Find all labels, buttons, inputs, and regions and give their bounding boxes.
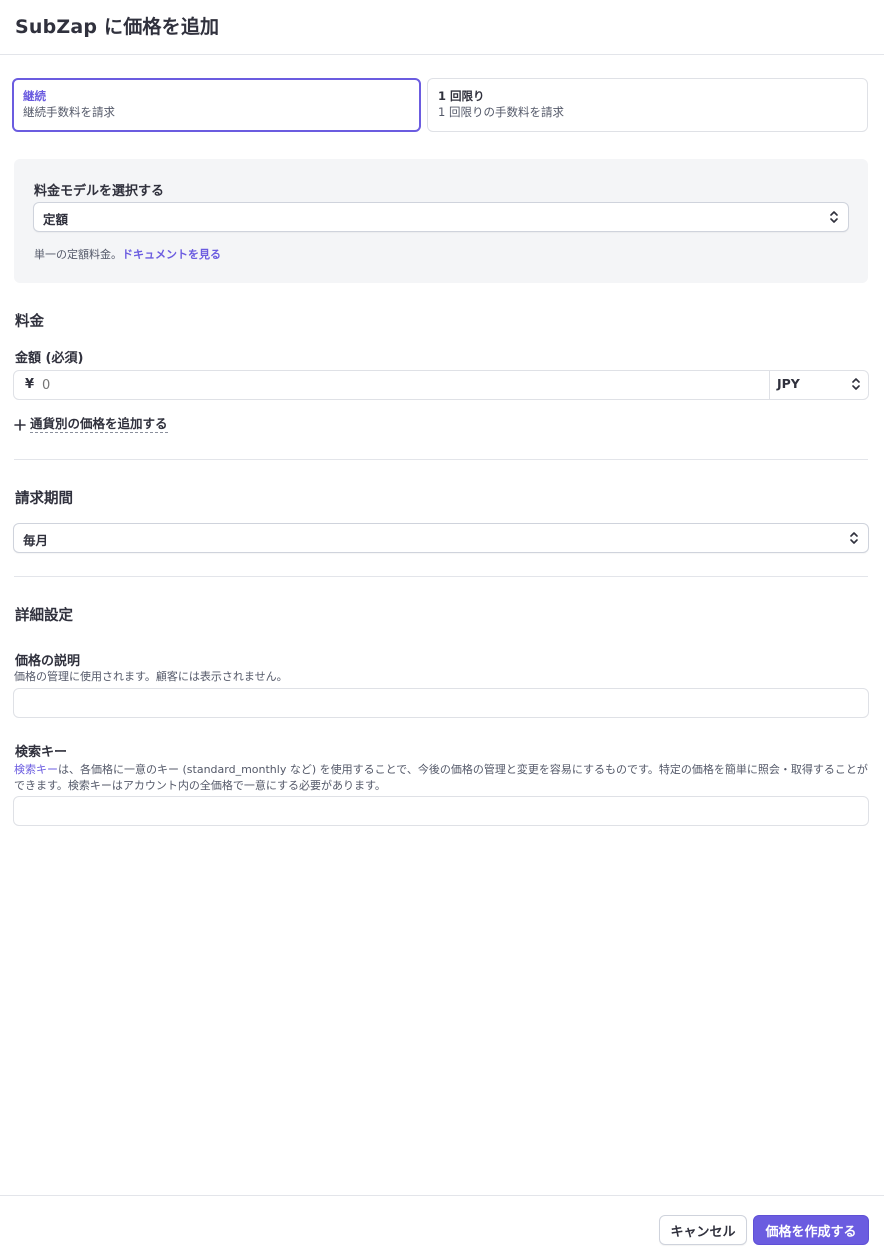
amount-input[interactable]: [42, 372, 762, 398]
lookup-key-help: 検索キーは、各価格に一意のキー (standard_monthly など) を使…: [14, 762, 870, 794]
recurring-option-desc: 継続手数料を請求: [23, 105, 115, 119]
one-time-option-card[interactable]: 1 回限り 1 回限りの手数料を請求: [427, 78, 868, 132]
recurring-option-card[interactable]: 継続 継続手数料を請求: [12, 78, 421, 132]
pricing-model-help-text: 単一の定額料金。: [34, 248, 122, 261]
billing-period-value: 毎月: [23, 533, 49, 548]
dialog-header: SubZap に価格を追加: [0, 0, 884, 55]
advanced-settings-title: 詳細設定: [15, 608, 73, 624]
create-price-button[interactable]: 価格を作成する: [753, 1215, 869, 1245]
divider: [14, 459, 868, 460]
dialog-footer: キャンセル 価格を作成する: [0, 1195, 884, 1257]
currency-symbol: ¥: [25, 377, 35, 392]
price-description-label: 価格の説明: [15, 654, 81, 669]
lookup-key-label: 検索キー: [15, 745, 68, 760]
amount-label: 金額 (必須): [15, 351, 84, 366]
plus-icon: [14, 418, 26, 431]
currency-value: JPY: [777, 376, 800, 391]
pricing-model-label: 料金モデルを選択する: [34, 184, 165, 199]
currency-select[interactable]: JPY: [769, 370, 869, 400]
one-time-option-title: 1 回限り: [438, 89, 485, 103]
chevron-updown-icon: [852, 378, 860, 390]
recurring-option-title: 継続: [23, 89, 46, 103]
view-docs-link[interactable]: ドキュメントを見る: [122, 248, 221, 261]
add-currency-label: 通貨別の価格を追加する: [30, 416, 168, 433]
lookup-key-input[interactable]: [13, 796, 869, 826]
page-title: SubZap に価格を追加: [15, 16, 220, 38]
cancel-button[interactable]: キャンセル: [659, 1215, 747, 1245]
price-section-title: 料金: [15, 314, 44, 330]
chevron-updown-icon: [850, 532, 858, 544]
divider: [14, 576, 868, 577]
lookup-key-help-link[interactable]: 検索キー: [14, 763, 58, 776]
add-currency-price-link[interactable]: 通貨別の価格を追加する: [14, 416, 168, 433]
billing-period-title: 請求期間: [15, 491, 73, 507]
pricing-model-select[interactable]: 定額: [33, 202, 849, 232]
pricing-model-value: 定額: [43, 212, 69, 227]
amount-field[interactable]: ¥ JPY: [13, 370, 869, 400]
pricing-model-help: 単一の定額料金。ドキュメントを見る: [34, 247, 221, 263]
chevron-updown-icon: [830, 211, 838, 223]
lookup-key-help-text: は、各価格に一意のキー (standard_monthly など) を使用するこ…: [14, 763, 868, 792]
price-description-input[interactable]: [13, 688, 869, 718]
one-time-option-desc: 1 回限りの手数料を請求: [438, 105, 564, 119]
billing-period-select[interactable]: 毎月: [13, 523, 869, 553]
pricing-model-panel: 料金モデルを選択する 定額 単一の定額料金。ドキュメントを見る: [14, 159, 868, 283]
price-description-help: 価格の管理に使用されます。顧客には表示されません。: [14, 670, 288, 683]
